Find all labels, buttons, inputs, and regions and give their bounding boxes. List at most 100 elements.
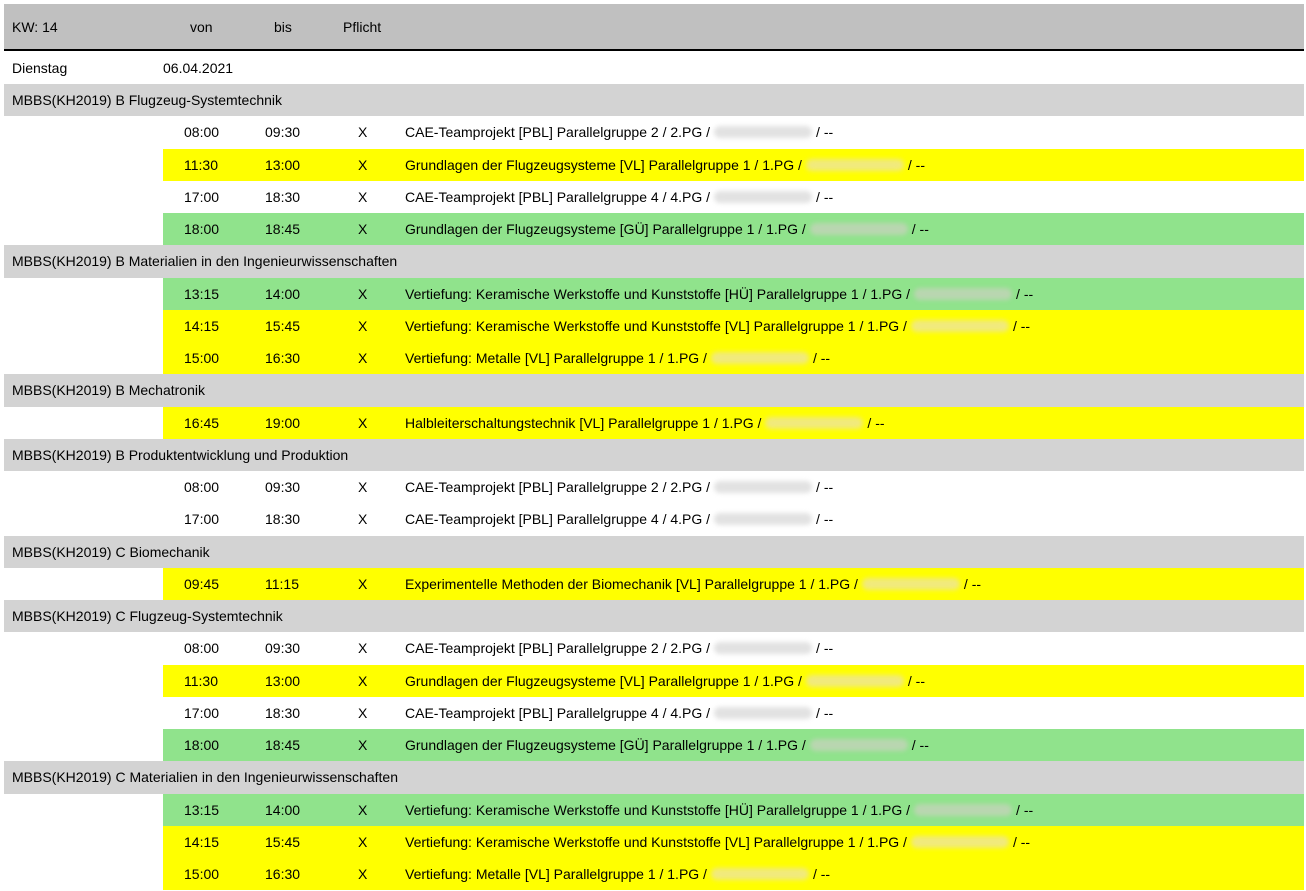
start-time: 17:00 — [184, 511, 220, 528]
table-row: 17:00 18:30 X CAE-Teamprojekt [PBL] Paralle… — [4, 503, 1304, 535]
required-mark: X — [358, 511, 368, 528]
course-title: Grundlagen der Flugzeugsysteme [GÜ] Para… — [405, 221, 806, 237]
schedule-rows: MBBS(KH2019) B Flugzeug-Systemtechnik 08:… — [4, 84, 1304, 891]
course-cell: Vertiefung: Metalle [VL] Parallelgruppe … — [405, 858, 830, 890]
course-title: CAE-Teamprojekt [PBL] Parallelgruppe 4 /… — [405, 511, 711, 528]
redacted-name — [710, 868, 809, 880]
course-cell: Vertiefung: Keramische Werkstoffe und Ku… — [405, 278, 1033, 310]
course-title: Vertiefung: Keramische Werkstoffe und Ku… — [405, 317, 907, 334]
start-time: 17:00 — [184, 704, 220, 721]
required-mark: X — [358, 575, 368, 592]
table-row: 15:00 16:30 X Vertiefung: Metalle [VL] Para… — [4, 342, 1304, 375]
course-suffix: / -- — [907, 672, 925, 689]
table-row: 15:00 16:30 X Vertiefung: Metalle [VL] Para… — [4, 858, 1304, 891]
required-mark: X — [358, 704, 368, 721]
course-cell: Vertiefung: Keramische Werkstoffe und Ku… — [405, 794, 1033, 826]
course-title: CAE-Teamprojekt [PBL] Parallelgruppe 2 /… — [405, 479, 711, 495]
group-header: MBBS(KH2019) C Flugzeug-Systemtechnik — [4, 600, 1304, 633]
table-row: 17:00 18:30 X CAE-Teamprojekt [PBL] Paralle… — [4, 181, 1304, 213]
table-row: 14:15 15:45 X Vertiefung: Keramische Werkst… — [4, 825, 1304, 858]
course-suffix: / -- — [816, 479, 834, 495]
required-mark: X — [358, 414, 368, 431]
table-row: 08:00 09:30 X CAE-Teamprojekt [PBL] Paralle… — [4, 116, 1304, 148]
course-suffix: / -- — [911, 737, 929, 753]
table-row: 08:00 09:30 X CAE-Teamprojekt [PBL] Paralle… — [4, 471, 1304, 503]
course-suffix: / -- — [867, 414, 885, 431]
end-time: 09:30 — [265, 124, 301, 141]
course-cell: CAE-Teamprojekt [PBL] Parallelgruppe 2 /… — [405, 116, 833, 148]
redacted-name — [714, 126, 813, 139]
group-header: MBBS(KH2019) B Mechatronik — [4, 374, 1304, 407]
course-cell: CAE-Teamprojekt [PBL] Parallelgruppe 2 /… — [405, 632, 833, 664]
end-time: 18:30 — [265, 704, 301, 721]
course-suffix: / -- — [816, 640, 834, 657]
required-mark: X — [358, 866, 368, 882]
end-time: 18:45 — [265, 221, 301, 237]
start-time: 08:00 — [184, 640, 220, 657]
course-cell: Grundlagen der Flugzeugsysteme [GÜ] Para… — [405, 729, 929, 761]
redacted-name — [714, 190, 813, 203]
required-mark: X — [358, 479, 368, 495]
end-time: 16:30 — [265, 350, 301, 366]
course-cell: Grundlagen der Flugzeugsysteme [VL] Para… — [405, 149, 925, 181]
start-time: 08:00 — [184, 479, 220, 495]
required-mark: X — [358, 672, 368, 689]
table-row: 09:45 11:15 X Experimentelle Methoden der B… — [4, 567, 1304, 600]
course-cell: Vertiefung: Metalle [VL] Parallelgruppe … — [405, 342, 830, 374]
redacted-name — [914, 803, 1013, 816]
course-suffix: / -- — [1016, 285, 1034, 302]
course-suffix: / -- — [812, 350, 831, 366]
week-label: KW: 14 — [12, 19, 58, 35]
course-suffix: / -- — [812, 866, 831, 882]
required-mark: X — [358, 188, 368, 205]
redacted-name — [910, 835, 1009, 848]
course-title: Grundlagen der Flugzeugsysteme [GÜ] Para… — [405, 737, 806, 753]
course-suffix: / -- — [816, 704, 834, 721]
table-row: 08:00 09:30 X CAE-Teamprojekt [PBL] Paralle… — [4, 632, 1304, 664]
start-time: 18:00 — [184, 737, 220, 753]
start-time: 13:15 — [184, 801, 220, 818]
course-title: Vertiefung: Keramische Werkstoffe und Ku… — [405, 801, 911, 818]
course-title: Grundlagen der Flugzeugsysteme [VL] Para… — [405, 672, 802, 689]
required-mark: X — [358, 350, 368, 366]
redacted-name — [714, 706, 813, 719]
table-header: KW: 14 von bis Pflicht — [4, 4, 1304, 51]
table-row: 13:15 14:00 X Vertiefung: Keramische Werkst… — [4, 793, 1304, 826]
end-time: 11:15 — [265, 575, 299, 592]
required-mark: X — [358, 124, 368, 141]
course-title: Vertiefung: Keramische Werkstoffe und Ku… — [405, 285, 911, 302]
end-time: 18:45 — [265, 737, 301, 753]
end-time: 13:00 — [265, 156, 301, 173]
end-time: 14:00 — [265, 285, 301, 302]
required-mark: X — [358, 156, 368, 173]
course-cell: CAE-Teamprojekt [PBL] Parallelgruppe 4 /… — [405, 697, 833, 729]
course-cell: CAE-Teamprojekt [PBL] Parallelgruppe 2 /… — [405, 471, 833, 503]
course-title: CAE-Teamprojekt [PBL] Parallelgruppe 4 /… — [405, 704, 711, 721]
course-title: Experimentelle Methoden der Biomechanik … — [405, 575, 858, 592]
end-time: 18:30 — [265, 511, 301, 528]
end-time: 09:30 — [265, 479, 301, 495]
start-time: 14:15 — [184, 317, 220, 334]
course-cell: CAE-Teamprojekt [PBL] Parallelgruppe 4 /… — [405, 503, 833, 535]
table-row: 18:00 18:45 X Grundlagen der Flugzeugsystem… — [4, 729, 1304, 762]
course-suffix: / -- — [911, 221, 929, 237]
day-name: Dienstag — [12, 60, 68, 76]
course-suffix: / -- — [816, 188, 834, 205]
redacted-name — [914, 287, 1013, 300]
course-suffix: / -- — [816, 511, 834, 528]
course-title: Vertiefung: Keramische Werkstoffe und Ku… — [405, 833, 907, 850]
course-suffix: / -- — [1012, 833, 1031, 850]
start-time: 08:00 — [184, 124, 220, 141]
course-suffix: / -- — [816, 124, 834, 141]
table-row: 17:00 18:30 X CAE-Teamprojekt [PBL] Paralle… — [4, 697, 1304, 729]
course-suffix: / -- — [963, 575, 982, 592]
course-title: Halbleiterschaltungstechnik [VL] Paralle… — [405, 414, 762, 431]
start-time: 13:15 — [184, 285, 220, 302]
group-header: MBBS(KH2019) B Flugzeug-Systemtechnik — [4, 84, 1304, 117]
course-cell: Vertiefung: Keramische Werkstoffe und Ku… — [405, 310, 1030, 342]
redacted-name — [910, 319, 1009, 332]
course-title: Grundlagen der Flugzeugsysteme [VL] Para… — [405, 156, 802, 173]
end-time: 14:00 — [265, 801, 301, 818]
course-title: CAE-Teamprojekt [PBL] Parallelgruppe 2 /… — [405, 124, 711, 141]
end-time: 15:45 — [265, 317, 301, 334]
